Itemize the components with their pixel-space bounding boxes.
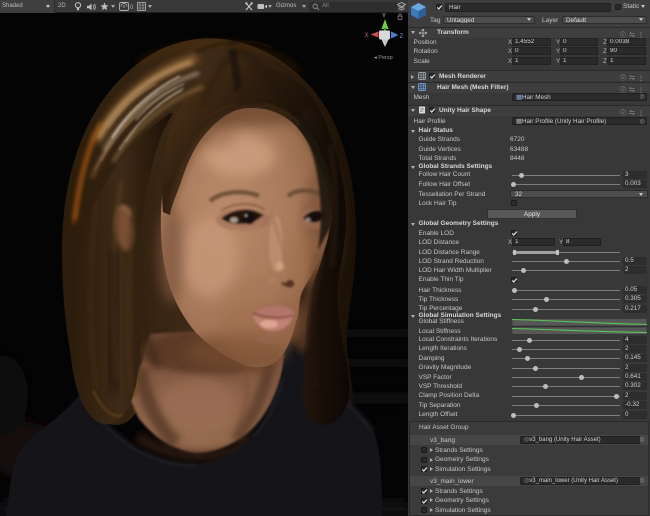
svg-text:Z: Z (400, 34, 404, 40)
svg-text:◂ Persp: ◂ Persp (374, 55, 393, 61)
svg-text:0: 0 (130, 5, 133, 11)
svg-text:X: X (365, 33, 369, 39)
svg-text:Y: Y (382, 14, 386, 20)
